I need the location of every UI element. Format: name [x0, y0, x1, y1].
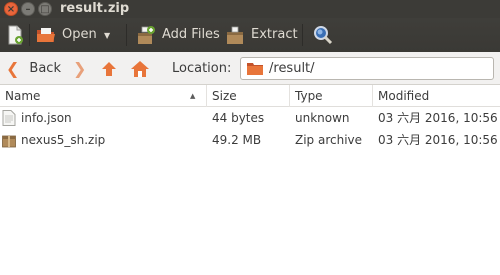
arrow-up-icon [102, 61, 116, 76]
add-files-label: Add Files [162, 27, 220, 42]
maximize-window-button[interactable]: □ [38, 2, 52, 16]
file-name: nexus5_sh.zip [21, 133, 106, 147]
minimize-window-button[interactable]: – [21, 2, 35, 16]
back-button[interactable]: ❮ Back [6, 56, 61, 81]
forward-button[interactable]: ❯ [73, 56, 86, 81]
add-files-icon [138, 26, 155, 44]
sort-ascending-icon: ▲ [190, 92, 196, 100]
toolbar-separator [126, 24, 127, 46]
file-modified: 03 六月 2016, 10:56 [378, 133, 498, 147]
chevron-left-icon: ❮ [6, 59, 20, 78]
home-icon [131, 60, 149, 77]
new-archive-button[interactable] [5, 18, 31, 52]
extract-label: Extract [251, 27, 298, 42]
file-type: unknown [295, 111, 350, 125]
window-title: result.zip [60, 1, 130, 16]
file-name: info.json [21, 111, 72, 125]
file-list: Name ▲ Size Type Modified info.json 44 b… [0, 85, 500, 151]
file-size: 44 bytes [212, 111, 265, 125]
location-field[interactable]: /result/ [240, 57, 494, 80]
open-folder-icon [37, 28, 55, 42]
column-header-size[interactable]: Size [207, 85, 290, 107]
toolbar: Open ▼ Add Files Extract [0, 18, 500, 52]
title-bar: × – □ result.zip [0, 0, 500, 18]
column-header-type[interactable]: Type [290, 85, 373, 107]
file-type: Zip archive [295, 133, 363, 147]
find-button[interactable] [313, 18, 339, 52]
column-header-modified[interactable]: Modified [373, 85, 500, 107]
table-header: Name ▲ Size Type Modified [0, 85, 500, 107]
toolbar-separator [302, 24, 303, 46]
toolbar-separator [29, 24, 30, 46]
up-button[interactable] [100, 56, 118, 81]
open-dropdown-button[interactable]: ▼ [104, 18, 110, 52]
file-modified: 03 六月 2016, 10:56 [378, 111, 498, 125]
open-label: Open [62, 27, 97, 42]
file-size: 49.2 MB [212, 133, 262, 147]
back-label: Back [29, 61, 61, 76]
location-label: Location: [172, 61, 232, 76]
column-header-name[interactable]: Name [0, 85, 207, 107]
chevron-right-icon: ❯ [73, 59, 87, 78]
home-button[interactable] [130, 56, 150, 81]
location-bar: ❮ Back ❯ Location: /result/ [0, 52, 500, 85]
extract-icon [227, 26, 243, 44]
chevron-down-icon: ▼ [104, 30, 111, 40]
close-window-button[interactable]: × [4, 2, 18, 16]
text-file-icon [2, 110, 16, 126]
search-icon [314, 26, 333, 45]
archive-file-icon [2, 135, 16, 148]
table-row[interactable]: info.json 44 bytes unknown 03 六月 2016, 1… [0, 107, 500, 129]
table-row[interactable]: nexus5_sh.zip 49.2 MB Zip archive 03 六月 … [0, 129, 500, 151]
folder-icon [247, 62, 263, 75]
location-path: /result/ [269, 61, 315, 76]
extract-button[interactable]: Extract [225, 18, 298, 52]
new-document-icon [8, 25, 23, 45]
open-button[interactable]: Open [36, 18, 97, 52]
add-files-button[interactable]: Add Files [136, 18, 220, 52]
